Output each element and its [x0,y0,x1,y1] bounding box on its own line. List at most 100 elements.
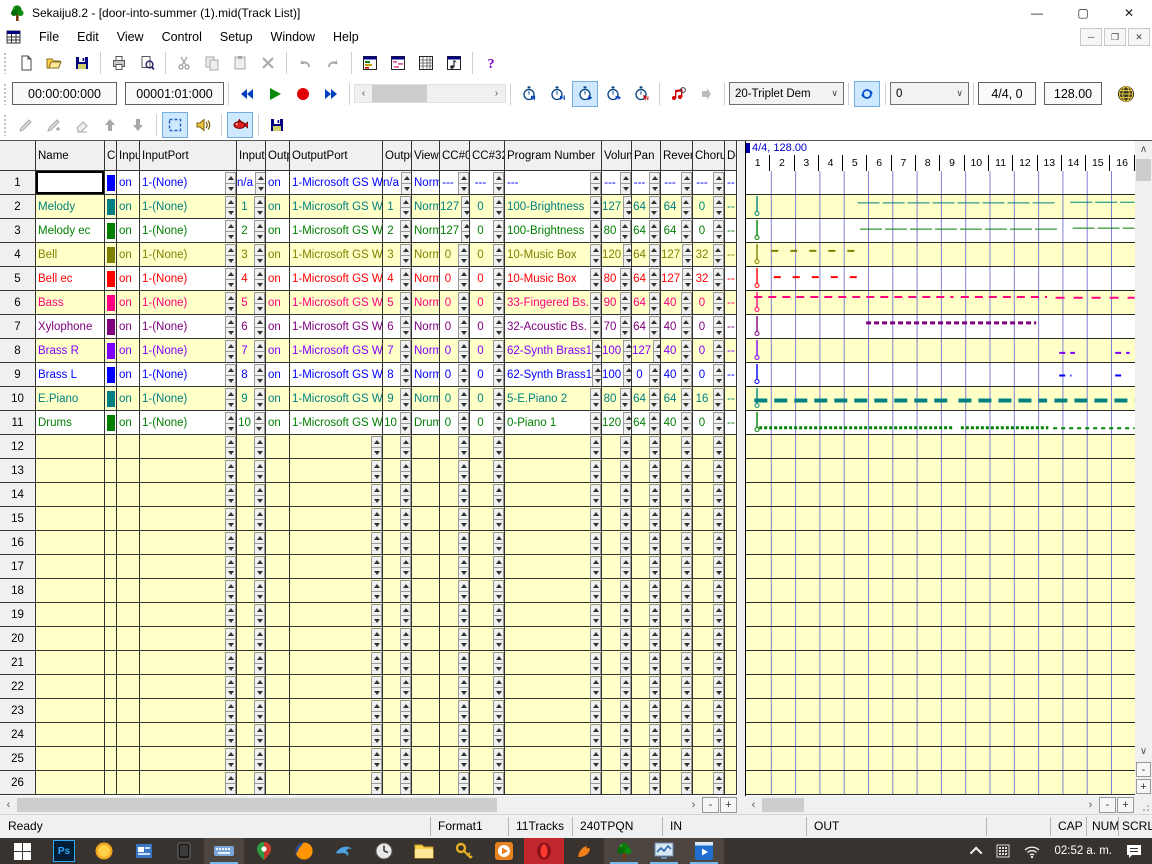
output-channel-cell[interactable]: 4 [383,267,412,291]
value-spinner[interactable] [649,316,660,338]
output-port-cell[interactable] [290,723,383,747]
spinner-down-icon[interactable] [225,567,236,579]
taskbar-file-explorer[interactable] [404,838,444,864]
spinner-down-icon[interactable] [590,207,601,219]
value-spinner[interactable] [225,364,236,386]
value-spinner[interactable] [649,676,660,698]
value-spinner[interactable] [371,676,382,698]
track-color-swatch[interactable] [107,391,115,407]
output-on-cell[interactable] [266,483,290,507]
value-spinner[interactable] [254,772,265,794]
value-spinner[interactable] [371,700,382,722]
spinner-down-icon[interactable] [590,327,601,339]
output-on-cell[interactable]: on [266,267,290,291]
output-port-cell[interactable] [290,627,383,651]
reverb-cell[interactable] [661,603,693,627]
value-spinner[interactable] [713,652,724,674]
spinner-down-icon[interactable] [458,183,469,195]
value-spinner[interactable] [620,484,631,506]
spinner-down-icon[interactable] [400,615,411,627]
track-number-cell[interactable]: 9 [0,363,36,387]
spinner-down-icon[interactable] [649,375,660,387]
value-spinner[interactable] [713,316,724,338]
spinner-down-icon[interactable] [254,543,265,555]
output-channel-cell[interactable]: 8 [383,363,412,387]
spinner-down-icon[interactable] [590,639,601,651]
track-color-cell[interactable] [105,459,117,483]
input-port-cell[interactable]: 1-(None) [140,291,237,315]
delay-cell[interactable]: -- [725,171,737,195]
spinner-down-icon[interactable] [400,255,411,267]
track-name-cell[interactable]: Melody [36,195,105,219]
value-spinner[interactable] [458,340,469,362]
spinner-down-icon[interactable] [400,543,411,555]
measure-13[interactable]: 13 [1038,155,1062,171]
cc0-cell[interactable] [440,459,470,483]
pan-cell[interactable]: 64 [632,267,661,291]
value-spinner[interactable] [371,436,382,458]
pan-cell[interactable] [632,699,661,723]
output-channel-cell[interactable] [383,459,412,483]
input-on-cell[interactable] [117,531,140,555]
spinner-down-icon[interactable] [620,303,631,315]
track-color-cell[interactable] [105,267,117,291]
piano-roll-view-button[interactable] [385,50,411,76]
program-number-cell[interactable] [505,627,602,651]
spinner-down-icon[interactable] [400,711,411,723]
value-spinner[interactable] [649,196,660,218]
track-color-cell[interactable] [105,747,117,771]
overview-grid[interactable] [746,171,1136,795]
spinner-down-icon[interactable] [713,423,724,435]
pan-cell[interactable] [632,747,661,771]
pan-cell[interactable]: 64 [632,291,661,315]
input-port-cell[interactable]: 1-(None) [140,267,237,291]
record-track-dropdown[interactable]: 0 ∨ [890,82,969,105]
volume-cell[interactable]: 90 [602,291,632,315]
spinner-down-icon[interactable] [254,207,265,219]
input-on-cell[interactable]: on [117,315,140,339]
reverb-cell[interactable]: 40 [661,315,693,339]
cc32-cell[interactable]: --- [470,171,505,195]
spinner-down-icon[interactable] [681,711,692,723]
value-spinner[interactable] [458,508,469,530]
spinner-down-icon[interactable] [713,519,724,531]
cc32-cell[interactable] [470,675,505,699]
spinner-down-icon[interactable] [681,759,692,771]
spinner-down-icon[interactable] [620,663,631,675]
reverb-cell[interactable] [661,699,693,723]
taskbar-sekaiju[interactable] [604,838,644,864]
chorus-cell[interactable] [693,435,725,459]
track-color-cell[interactable] [105,699,117,723]
value-spinner[interactable] [371,748,382,770]
output-port-cell[interactable]: 1-Microsoft GS Wavetable Synth [290,171,383,195]
cc32-cell[interactable] [470,579,505,603]
value-spinner[interactable] [620,628,631,650]
cc0-cell[interactable]: --- [440,171,470,195]
value-spinner[interactable] [371,460,382,482]
value-spinner[interactable] [458,268,469,290]
value-spinner[interactable] [681,172,692,194]
value-spinner[interactable] [400,484,411,506]
spinner-down-icon[interactable] [254,759,265,771]
spinner-down-icon[interactable] [649,495,660,507]
output-port-cell[interactable]: 1-Microsoft GS Wavetable Synth [290,291,383,315]
value-spinner[interactable] [649,628,660,650]
input-on-cell[interactable] [117,747,140,771]
track-color-swatch[interactable] [107,271,115,287]
spinner-down-icon[interactable] [649,543,660,555]
cc0-cell[interactable]: 0 [440,315,470,339]
program-number-cell[interactable] [505,747,602,771]
spinner-down-icon[interactable] [493,231,504,243]
measure-16[interactable]: 16 [1110,155,1134,171]
taskbar-opera[interactable] [524,838,564,864]
spinner-down-icon[interactable] [254,231,265,243]
spinner-down-icon[interactable] [620,591,631,603]
cc0-cell[interactable]: 127 [440,219,470,243]
cc32-cell[interactable] [470,603,505,627]
delay-cell[interactable] [725,459,737,483]
spinner-down-icon[interactable] [681,303,692,315]
value-spinner[interactable] [254,268,265,290]
value-spinner[interactable] [254,724,265,746]
value-spinner[interactable] [254,196,265,218]
fish-tool-button[interactable] [227,112,253,138]
